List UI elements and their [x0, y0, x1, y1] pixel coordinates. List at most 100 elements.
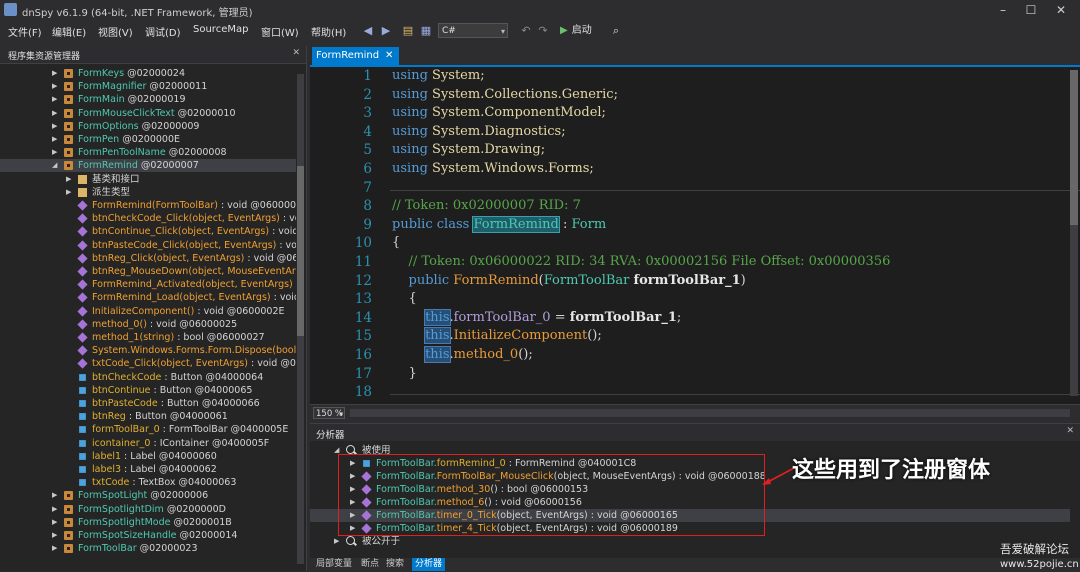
expand-arrow-icon[interactable]: ▶ — [52, 529, 57, 542]
tree-item[interactable]: ▶ FormSpotLight @02000006 — [0, 489, 296, 502]
menu-edit[interactable]: 编辑(E) — [52, 24, 86, 39]
close-tab-icon[interactable]: ✕ — [385, 50, 393, 61]
code-token: ; — [528, 347, 533, 362]
tree-item[interactable]: ▶ FormSpotlightDim @0200000D — [0, 503, 296, 516]
horizontal-scrollbar[interactable] — [350, 409, 1070, 417]
expand-arrow-icon[interactable]: ▶ — [52, 93, 57, 106]
back-icon[interactable]: ◀ — [360, 23, 376, 39]
analyzer-header: 分析器 ✕ — [310, 424, 1080, 441]
tab-analyzer[interactable]: 分析器 — [412, 558, 446, 571]
expand-arrow-icon[interactable]: ▶ — [52, 107, 57, 120]
watermark: 吾爱破解论坛 www.52pojie.cn — [1000, 542, 1079, 572]
tree-item[interactable]: ▶ FormSpotSizeHandle @02000014 — [0, 529, 296, 542]
tree-item[interactable]: InitializeComponent() : void @0600002E — [0, 305, 296, 318]
tab-formremind[interactable]: FormRemind ✕ — [312, 47, 400, 65]
menu-file[interactable]: 文件(F) — [8, 24, 42, 39]
tree-item[interactable]: formToolBar_0 : FormToolBar @0400005E — [0, 423, 296, 436]
language-select[interactable]: C# ▾ — [438, 23, 508, 38]
search-icon[interactable]: ⌕ — [608, 23, 624, 39]
close-panel-icon[interactable]: ✕ — [1066, 426, 1074, 436]
document-tab-strip: FormRemind ✕ — [310, 46, 1080, 67]
tree-item[interactable]: method_0() : void @06000025 — [0, 318, 296, 331]
menu-sourcemap[interactable]: SourceMap — [193, 24, 248, 35]
tree-item[interactable]: btnContinue_Click(object, EventArgs) : v… — [0, 225, 296, 238]
tree-item[interactable]: btnCheckCode_Click(object, EventArgs) : … — [0, 212, 296, 225]
tree-item[interactable]: btnContinue : Button @04000065 — [0, 384, 296, 397]
expand-arrow-icon[interactable]: ▶ — [334, 535, 339, 548]
analyzer-exposed-by[interactable]: ▶ 被公开于 — [310, 535, 1070, 548]
tree-item[interactable]: txtCode_Click(object, EventArgs) : void … — [0, 357, 296, 370]
expand-arrow-icon[interactable]: ▶ — [52, 120, 57, 133]
tree-item[interactable]: btnCheckCode : Button @04000064 — [0, 371, 296, 384]
namespace: System.ComponentModel; — [427, 105, 606, 121]
expand-arrow-icon[interactable]: ▶ — [52, 80, 57, 93]
close-panel-icon[interactable]: ✕ — [292, 48, 300, 58]
tree-item[interactable]: label3 : Label @04000062 — [0, 463, 296, 476]
menu-debug[interactable]: 调试(D) — [145, 24, 181, 39]
tree-item-label: 基类和接口 — [92, 173, 140, 186]
tree-item[interactable]: FormRemind_Load(object, EventArgs) : voi… — [0, 291, 296, 304]
tree-item[interactable]: btnPasteCode : Button @04000066 — [0, 397, 296, 410]
code-scrollbar-thumb[interactable] — [1070, 70, 1078, 225]
tree-item[interactable]: label1 : Label @04000060 — [0, 450, 296, 463]
tree-item[interactable]: btnReg_Click(object, EventArgs) : void @… — [0, 252, 296, 265]
tree-item[interactable]: ▶ FormOptions @02000009 — [0, 120, 296, 133]
tree-item[interactable]: ▶ FormMouseClickText @02000010 — [0, 107, 296, 120]
expand-arrow-icon[interactable]: ▶ — [52, 489, 57, 502]
tree-item[interactable]: method_1(string) : bool @06000027 — [0, 331, 296, 344]
code-view[interactable]: 1 using System; 2 using System.Collections.… — [310, 67, 1080, 419]
tree-item[interactable]: ▶ FormKeys @02000024 — [0, 67, 296, 80]
tree-item[interactable]: btnReg : Button @04000061 — [0, 410, 296, 423]
tree-item[interactable]: FormRemind_Activated(object, EventArgs) … — [0, 278, 296, 291]
expand-arrow-icon[interactable]: ▶ — [52, 503, 57, 516]
expand-arrow-icon[interactable]: ◢ — [52, 159, 57, 172]
tree-item[interactable]: System.Windows.Forms.Form.Dispose(bool) — [0, 344, 296, 357]
tree-item-name: FormSpotlightMode — [78, 516, 171, 528]
tree-item-label: FormSpotlightDim @0200000D — [78, 503, 226, 516]
tree-item[interactable]: ▶ 派生类型 — [0, 186, 296, 199]
expand-arrow-icon[interactable]: ▶ — [66, 173, 71, 186]
menu-view[interactable]: 视图(V) — [98, 24, 133, 39]
class-icon — [64, 504, 73, 514]
tree-item[interactable]: txtCode : TextBox @04000063 — [0, 476, 296, 489]
expand-arrow-icon[interactable]: ▶ — [66, 186, 71, 199]
tab-locals[interactable]: 局部变量 — [316, 558, 352, 571]
tab-search[interactable]: 搜索 — [386, 558, 404, 571]
tree-item[interactable]: ▶ FormPenToolName @02000008 — [0, 146, 296, 159]
expand-arrow-icon[interactable]: ▶ — [52, 146, 57, 159]
tree-item[interactable]: FormRemind(FormToolBar) : void @0600002 — [0, 199, 296, 212]
annotation-text: 这些用到了注册窗体 — [792, 458, 991, 483]
code-token: FormRemind — [472, 215, 560, 233]
undo-icon[interactable]: ↶ — [518, 23, 534, 39]
open-file-icon[interactable]: ▤ — [400, 23, 416, 39]
close-button[interactable]: ✕ — [1048, 2, 1074, 18]
forward-icon[interactable]: ▶ — [378, 23, 394, 39]
tab-breakpoints[interactable]: 断点 — [361, 558, 379, 571]
tree-item[interactable]: ▶ 基类和接口 — [0, 173, 296, 186]
tree-item[interactable]: ▶ FormMain @02000019 — [0, 93, 296, 106]
tree-item[interactable]: btnPasteCode_Click(object, EventArgs) : … — [0, 239, 296, 252]
menu-window[interactable]: 窗口(W) — [261, 24, 299, 39]
tree-item[interactable]: ▶ FormToolBar @02000023 — [0, 542, 296, 555]
tree-item[interactable]: btnReg_MouseDown(object, MouseEventArg — [0, 265, 296, 278]
maximize-button[interactable]: ☐ — [1018, 2, 1044, 18]
minimize-button[interactable]: – — [990, 2, 1016, 18]
open-list-icon[interactable]: ▦ — [418, 23, 434, 39]
tree-item[interactable]: ▶ FormSpotlightMode @0200001B — [0, 516, 296, 529]
code-text: using System.Diagnostics; — [392, 123, 566, 141]
tree-item[interactable]: ◢ FormRemind @02000007 — [0, 159, 296, 173]
expand-arrow-icon[interactable]: ▶ — [52, 516, 57, 529]
expand-arrow-icon[interactable]: ▶ — [52, 67, 57, 80]
tree-scrollbar-thumb[interactable] — [297, 166, 304, 336]
menu-help[interactable]: 帮助(H) — [311, 24, 346, 39]
tree-item[interactable]: ▶ FormPen @0200000E — [0, 133, 296, 146]
tree-item[interactable]: ▶ FormMagnifier @02000011 — [0, 80, 296, 93]
expand-arrow-icon[interactable]: ▶ — [52, 542, 57, 555]
line-number: 4 — [363, 123, 372, 140]
start-debug-button[interactable]: ▶ 启动 — [560, 23, 592, 39]
method-icon — [77, 240, 88, 251]
zoom-select[interactable]: 150 % ▾ — [313, 407, 345, 419]
redo-icon[interactable]: ↷ — [535, 23, 551, 39]
expand-arrow-icon[interactable]: ▶ — [52, 133, 57, 146]
tree-item[interactable]: icontainer_0 : IContainer @0400005F — [0, 437, 296, 450]
